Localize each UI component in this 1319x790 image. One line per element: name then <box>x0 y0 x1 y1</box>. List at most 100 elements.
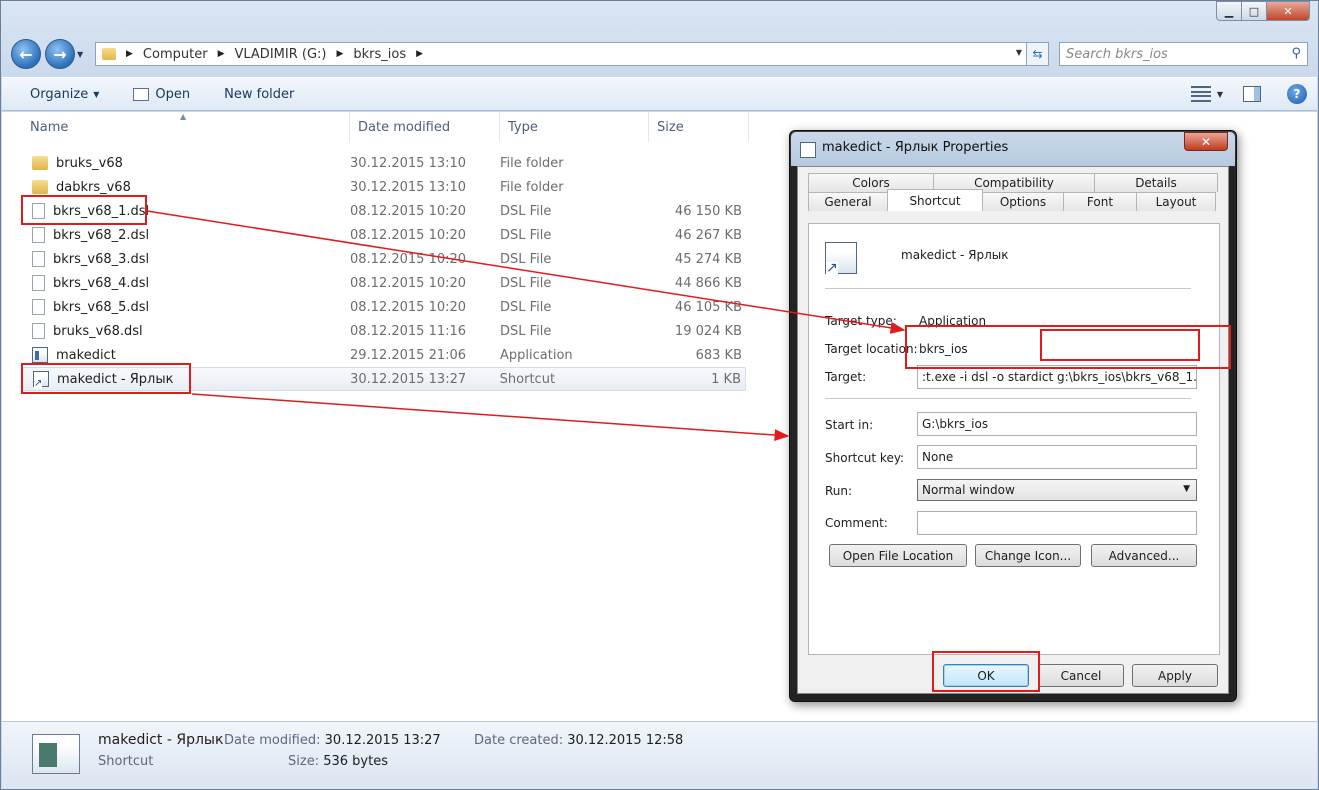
target-label: Target: <box>825 370 867 384</box>
column-header-size[interactable]: Size <box>649 112 749 142</box>
tabs-row-top: Colors Compatibility Details <box>808 173 1218 192</box>
advanced-button[interactable]: Advanced... <box>1091 544 1197 567</box>
list-item[interactable]: bruks_v68.dsl 08.12.2015 11:16 DSL File … <box>22 319 746 343</box>
tab-shortcut[interactable]: Shortcut <box>887 189 983 211</box>
run-select[interactable]: Normal window ▼ <box>917 479 1197 501</box>
file-size: 45 274 KB <box>674 251 742 267</box>
minimize-button[interactable]: ▁ <box>1216 1 1242 21</box>
list-item[interactable]: bkrs_v68_5.dsl 08.12.2015 10:20 DSL File… <box>22 295 746 319</box>
file-date: 08.12.2015 10:20 <box>350 203 467 219</box>
document-icon <box>32 275 45 291</box>
document-icon <box>32 323 45 339</box>
toolbar: Organize ▼ Open New folder ▼ ? <box>2 77 1317 111</box>
chevron-right-icon[interactable]: ▶ <box>336 49 343 59</box>
file-date: 30.12.2015 13:10 <box>350 155 467 171</box>
open-file-location-button[interactable]: Open File Location <box>829 544 967 567</box>
folder-icon <box>32 180 48 194</box>
column-header-type[interactable]: Type <box>500 112 649 142</box>
maximize-button[interactable]: □ <box>1241 1 1267 21</box>
file-type: File folder <box>500 155 564 171</box>
forward-button[interactable]: → <box>45 39 75 69</box>
new-folder-button[interactable]: New folder <box>224 87 294 102</box>
column-name-label: Name <box>30 119 69 135</box>
list-item[interactable]: bkrs_v68_2.dsl 08.12.2015 10:20 DSL File… <box>22 223 746 247</box>
file-date: 30.12.2015 13:10 <box>350 179 467 195</box>
target-location-label: Target location: <box>825 342 918 356</box>
breadcrumb-folder[interactable]: bkrs_ios <box>353 47 406 62</box>
chevron-down-icon[interactable]: ▼ <box>1217 90 1223 99</box>
shortcut-key-field[interactable]: None <box>917 445 1197 469</box>
chevron-down-icon: ▼ <box>93 89 100 99</box>
address-dropdown-icon[interactable]: ▼ <box>1016 48 1022 57</box>
forward-arrow-icon: → <box>53 44 67 64</box>
column-header-name[interactable]: Name ▲ <box>2 112 350 142</box>
file-date: 08.12.2015 10:20 <box>350 299 467 315</box>
annotation-box-target-path <box>1040 329 1200 361</box>
search-input[interactable]: Search bkrs_ios ⚲ <box>1059 42 1308 66</box>
tab-details[interactable]: Details <box>1094 173 1218 192</box>
chevron-right-icon[interactable]: ▶ <box>416 49 423 59</box>
caption-buttons: ▁ □ ✕ <box>1216 1 1310 21</box>
details-size-label: Size: <box>288 754 320 769</box>
file-type: DSL File <box>500 203 552 219</box>
column-header-date[interactable]: Date modified <box>350 112 500 142</box>
close-icon: ✕ <box>1283 4 1293 18</box>
preview-pane-icon[interactable] <box>1243 86 1261 102</box>
file-type: DSL File <box>500 323 552 339</box>
back-arrow-icon: ← <box>19 44 33 64</box>
organize-label: Organize <box>30 86 89 102</box>
comment-label: Comment: <box>825 516 888 530</box>
chevron-right-icon[interactable]: ▶ <box>218 49 225 59</box>
breadcrumb-computer[interactable]: Computer <box>143 47 208 62</box>
help-icon[interactable]: ? <box>1287 84 1307 104</box>
list-item[interactable]: bkrs_v68_4.dsl 08.12.2015 10:20 DSL File… <box>22 271 746 295</box>
address-row: ← → ▼ ▶ Computer ▶ VLADIMIR (G:) ▶ bkrs_… <box>11 37 1308 71</box>
file-size: 19 024 KB <box>674 323 742 339</box>
column-headers: Name ▲ Date modified Type Size <box>2 112 750 142</box>
tab-layout[interactable]: Layout <box>1136 192 1216 211</box>
details-modified-label: Date modified: <box>224 733 321 748</box>
list-item[interactable]: bkrs_v68_3.dsl 08.12.2015 10:20 DSL File… <box>22 247 746 271</box>
refresh-button[interactable]: ⇆ <box>1027 42 1049 66</box>
shortcut-tab-panel: makedict - Ярлык Target type: Applicatio… <box>808 223 1220 655</box>
chevron-right-icon[interactable]: ▶ <box>126 49 133 59</box>
search-icon: ⚲ <box>1291 46 1301 61</box>
tab-general[interactable]: General <box>808 192 888 211</box>
list-item[interactable]: bruks_v68 30.12.2015 13:10 File folder <box>22 151 746 175</box>
column-size-label: Size <box>657 119 684 135</box>
apply-button[interactable]: Apply <box>1132 664 1218 687</box>
recent-pages-dropdown[interactable]: ▼ <box>77 50 89 59</box>
file-date: 08.12.2015 11:16 <box>350 323 467 339</box>
open-icon <box>133 87 150 101</box>
start-in-field[interactable]: G:\bkrs_ios <box>917 412 1197 436</box>
file-size: 46 105 KB <box>674 299 742 315</box>
file-date: 08.12.2015 10:20 <box>350 275 467 291</box>
file-name: dabkrs_v68 <box>56 179 131 195</box>
shortcut-large-icon <box>825 242 857 275</box>
back-button[interactable]: ← <box>11 39 41 69</box>
file-date: 08.12.2015 10:20 <box>350 251 467 267</box>
file-type: DSL File <box>500 251 552 267</box>
file-type: Shortcut <box>499 371 556 387</box>
details-modified-value: 30.12.2015 13:27 <box>324 733 441 748</box>
open-button[interactable]: Open <box>133 87 190 102</box>
folder-icon <box>102 48 116 60</box>
view-options-icon[interactable] <box>1190 85 1211 103</box>
search-placeholder: Search bkrs_ios <box>1066 46 1168 62</box>
divider <box>825 398 1191 399</box>
dialog-close-button[interactable]: ✕ <box>1184 132 1228 151</box>
tab-font[interactable]: Font <box>1063 192 1137 211</box>
file-name: bkrs_v68_2.dsl <box>53 227 150 243</box>
details-created-label: Date created: <box>474 733 564 748</box>
shortcut-thumbnail-icon <box>32 734 80 774</box>
breadcrumb-drive[interactable]: VLADIMIR (G:) <box>234 47 326 62</box>
file-date: 08.12.2015 10:20 <box>350 227 467 243</box>
cancel-button[interactable]: Cancel <box>1038 664 1124 687</box>
address-bar[interactable]: ▶ Computer ▶ VLADIMIR (G:) ▶ bkrs_ios ▶ … <box>95 42 1027 66</box>
close-button[interactable]: ✕ <box>1266 1 1310 21</box>
organize-button[interactable]: Organize ▼ <box>30 87 99 102</box>
change-icon-button[interactable]: Change Icon... <box>975 544 1081 567</box>
column-type-label: Type <box>508 119 538 135</box>
comment-field[interactable] <box>917 511 1197 535</box>
tab-options[interactable]: Options <box>982 192 1064 211</box>
